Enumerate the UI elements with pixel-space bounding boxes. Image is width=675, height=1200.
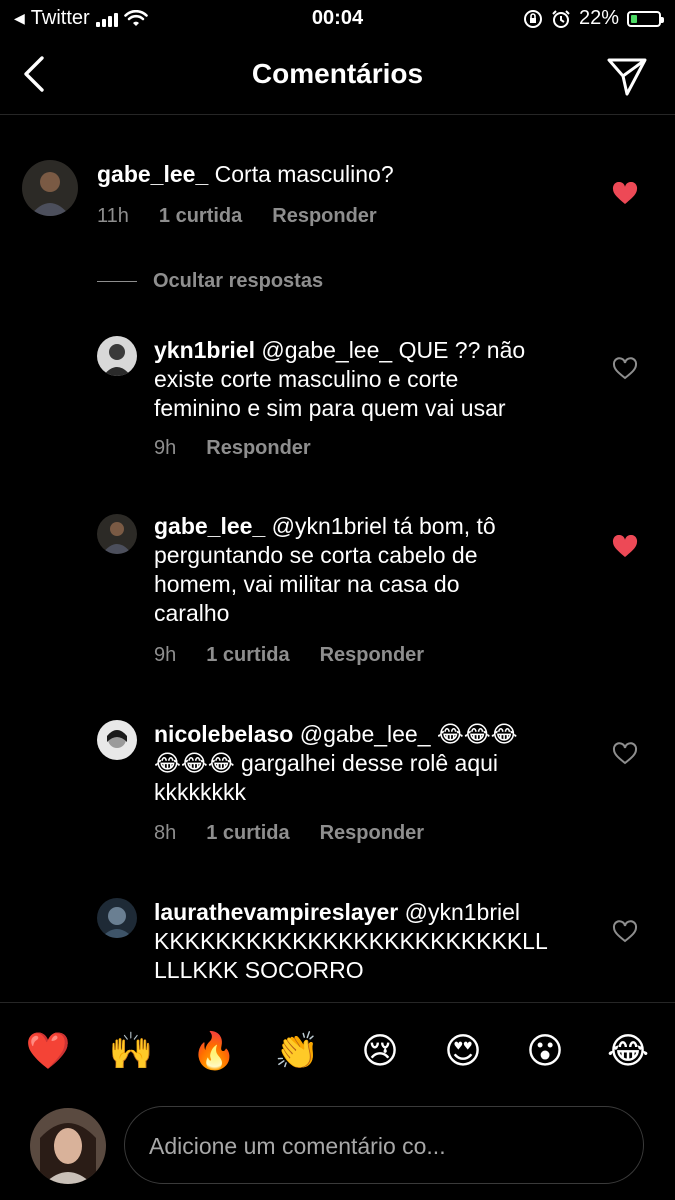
reply-text-line: existe corte masculino e corte (154, 366, 459, 392)
page-title: Comentários (251, 58, 424, 89)
reply-meta: 9h Responder (154, 437, 311, 460)
reply-text-line: @ykn1briel tá bom, tô (271, 513, 496, 539)
avatar[interactable] (22, 160, 78, 216)
comment-username[interactable]: gabe_lee_ (97, 161, 208, 187)
emoji-surprised-face[interactable]: 😮 (521, 1030, 569, 1072)
comment-body: gabe_lee_ Corta masculino? (97, 160, 394, 189)
reply-username[interactable]: laurathevampireslayer (154, 899, 398, 925)
battery-percent: 22% (578, 7, 619, 29)
hide-replies-label: Ocultar respostas (153, 270, 324, 292)
likes-count[interactable]: 1 curtida (206, 644, 289, 667)
heart-filled-icon[interactable] (612, 182, 638, 206)
reply-username[interactable]: gabe_lee_ (154, 513, 265, 539)
current-user-avatar (30, 1108, 106, 1184)
alarm-icon (552, 9, 570, 28)
reply-text-line: homem, vai militar na casa do (154, 571, 460, 597)
composer-divider (0, 1002, 675, 1003)
reply-body: nicolebelaso @gabe_lee_ 😂😂😂 😂😂😂 gargalhe… (154, 720, 518, 807)
reply-button[interactable]: Responder (320, 644, 424, 667)
likes-count[interactable]: 1 curtida (159, 205, 242, 228)
heart-outline-icon[interactable] (612, 357, 638, 381)
reply-meta: 9h 1 curtida Responder (154, 644, 424, 667)
reply-time: 9h (154, 644, 177, 666)
avatar[interactable] (97, 898, 137, 938)
avatar[interactable] (97, 514, 137, 554)
likes-count[interactable]: 1 curtida (206, 822, 289, 845)
reply-button[interactable]: Responder (206, 437, 310, 460)
reply-meta: 8h 1 curtida Responder (154, 822, 424, 845)
avatar[interactable] (97, 720, 137, 760)
comment-meta: 11h 1 curtida Responder (97, 205, 377, 228)
heart-filled-icon[interactable] (612, 535, 638, 559)
reply-text-line: KKKKKKKKKKKKKKKKKKKKKKKKLL (154, 928, 548, 954)
emoji-tears-of-joy[interactable]: 😂 (604, 1030, 652, 1072)
emoji-quick-bar: ❤️ 🙌 🔥 👏 😢 😍 😮 😂 (0, 1030, 675, 1076)
avatar[interactable] (97, 336, 137, 376)
emoji-raising-hands[interactable]: 🙌 (107, 1030, 155, 1072)
reply-body: laurathevampireslayer @ykn1briel KKKKKKK… (154, 898, 548, 985)
hide-replies-button[interactable]: Ocultar respostas (97, 270, 323, 293)
battery-icon (627, 10, 664, 27)
heart-outline-icon[interactable] (612, 920, 638, 944)
direct-send-icon[interactable] (605, 54, 649, 98)
orientation-lock-icon (523, 9, 542, 28)
emoji-red-heart[interactable]: ❤️ (24, 1030, 72, 1072)
reply-body: ykn1briel @gabe_lee_ QUE ?? não existe c… (154, 336, 525, 423)
emoji-fire[interactable]: 🔥 (190, 1030, 238, 1072)
emoji-heart-eyes[interactable]: 😍 (439, 1030, 487, 1072)
emoji-crying-face[interactable]: 😢 (356, 1030, 404, 1072)
reply-time: 8h (154, 822, 177, 844)
reply-text-line: perguntando se corta cabelo de (154, 542, 478, 568)
reply-text-line: @ykn1briel (404, 899, 520, 925)
reply-text-line: caralho (154, 600, 230, 626)
reply-text-line: feminino e sim para quem vai usar (154, 395, 506, 421)
reply-username[interactable]: ykn1briel (154, 337, 255, 363)
header: Comentários (0, 38, 675, 115)
reply-button[interactable]: Responder (272, 205, 376, 228)
reply-text-line: kkkkkkkk (154, 779, 246, 805)
reply-text-line: @gabe_lee_ 😂😂😂 (299, 721, 518, 747)
reply-text-line: LLLKKK SOCORRO (154, 957, 364, 983)
reply-body: gabe_lee_ @ykn1briel tá bom, tô pergunta… (154, 512, 496, 628)
comment-text: Corta masculino? (214, 161, 394, 187)
reply-time: 9h (154, 437, 177, 459)
divider-line (97, 281, 137, 282)
status-bar: ◀ Twitter 00:04 22% (0, 0, 675, 38)
reply-text-line: 😂😂😂 gargalhei desse rolê aqui (154, 750, 499, 776)
reply-button[interactable]: Responder (320, 822, 424, 845)
comment-time: 11h (97, 205, 129, 227)
heart-outline-icon[interactable] (612, 742, 638, 766)
emoji-clapping-hands[interactable]: 👏 (273, 1030, 321, 1072)
reply-text-line: @gabe_lee_ QUE ?? não (261, 337, 526, 363)
comment-input-wrapper (124, 1106, 644, 1185)
comment-input[interactable] (147, 1107, 621, 1185)
reply-username[interactable]: nicolebelaso (154, 721, 293, 747)
